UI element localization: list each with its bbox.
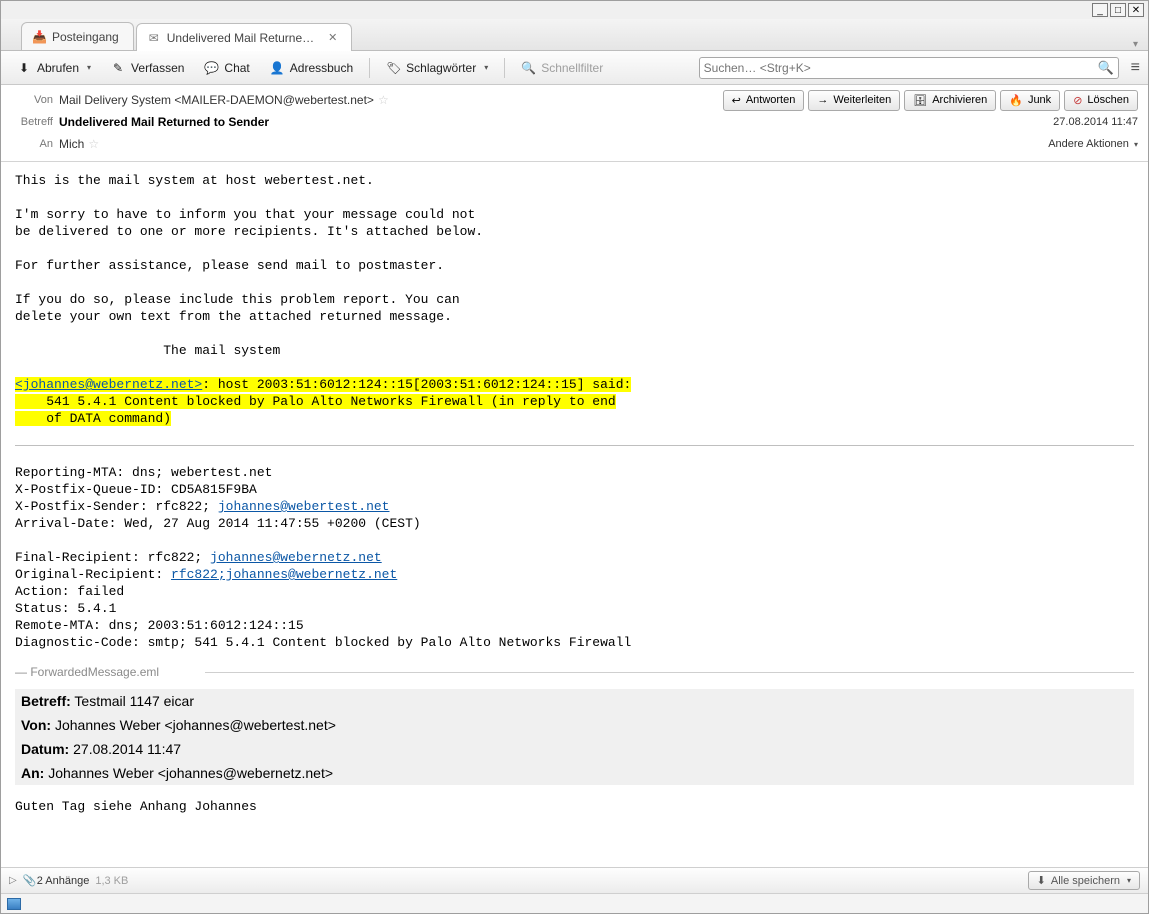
placeholder-text: Schnellfilter (541, 61, 603, 75)
quickfilter-input[interactable]: 🔍 Schnellfilter (513, 57, 611, 79)
button-label: Chat (224, 61, 249, 75)
toolbar-separator (369, 58, 370, 78)
person-icon: 👤 (270, 61, 284, 75)
from-value: Mail Delivery System <MAILER-DAEMON@webe… (59, 93, 374, 107)
hamburger-menu-icon[interactable]: ≡ (1131, 59, 1140, 77)
subject-label: Betreff (11, 116, 59, 128)
embedded-date: Datum: 27.08.2014 11:47 (15, 737, 1134, 761)
chat-button[interactable]: 💬 Chat (196, 57, 257, 79)
minimize-button[interactable]: _ (1092, 3, 1108, 17)
envelope-icon: ✉ (147, 31, 161, 45)
status-icon[interactable] (7, 898, 21, 910)
tab-inbox[interactable]: 📥 Posteingang (21, 22, 134, 50)
embedded-from: Von: Johannes Weber <johannes@webertest.… (15, 713, 1134, 737)
sender-link[interactable]: johannes@webertest.net (218, 499, 390, 514)
star-icon[interactable]: ☆ (88, 137, 99, 151)
message-body-scroll[interactable]: This is the mail system at host webertes… (1, 162, 1148, 867)
download-icon: ⬇ (17, 61, 31, 75)
tab-label: Undelivered Mail Returne… (167, 31, 314, 45)
close-button[interactable]: ✕ (1128, 3, 1144, 17)
maximize-button[interactable]: □ (1110, 3, 1126, 17)
chevron-down-icon: ▾ (1134, 140, 1138, 149)
tags-button[interactable]: 🏷 Schlagwörter ▾ (378, 57, 496, 79)
to-label: An (11, 138, 59, 150)
junk-button[interactable]: 🔥Junk (1000, 90, 1060, 111)
inbox-icon: 📥 (32, 30, 46, 44)
other-actions-menu[interactable]: Andere Aktionen ▾ (1048, 138, 1138, 150)
search-icon[interactable]: 🔍 (1097, 60, 1113, 76)
tab-bar: 📥 Posteingang ✉ Undelivered Mail Returne… (1, 19, 1148, 51)
body-separator (15, 445, 1134, 446)
search-input[interactable] (704, 61, 1098, 75)
reply-icon: ↩ (732, 94, 741, 107)
body-intro: This is the mail system at host webertes… (15, 172, 1134, 359)
save-all-button[interactable]: ⬇ Alle speichern ▾ (1028, 871, 1140, 890)
button-label: Abrufen (37, 61, 79, 75)
attachment-count: 2 Anhänge (37, 875, 90, 887)
chevron-down-icon: ▾ (87, 63, 91, 72)
star-icon[interactable]: ☆ (378, 93, 389, 107)
message-header: Von Mail Delivery System <MAILER-DAEMON@… (1, 85, 1148, 162)
attachment-size: 1,3 KB (95, 875, 128, 887)
block-icon: ⊘ (1073, 94, 1082, 107)
download-icon: ⬇ (1037, 874, 1046, 887)
toolbar-separator (504, 58, 505, 78)
status-bar (1, 893, 1148, 913)
to-value: Mich (59, 137, 84, 151)
chat-icon: 💬 (204, 61, 218, 75)
body-highlight: <johannes@webernetz.net>: host 2003:51:6… (15, 376, 1134, 427)
flame-icon: 🔥 (1009, 94, 1023, 107)
expand-icon[interactable]: ▷ (9, 875, 17, 886)
download-button[interactable]: ⬇ Abrufen ▾ (9, 57, 99, 79)
archive-icon: 🗄 (913, 94, 927, 107)
chevron-down-icon: ▾ (484, 63, 488, 72)
forward-icon: → (817, 94, 828, 106)
chevron-down-icon: ▾ (1127, 876, 1131, 885)
archive-button[interactable]: 🗄Archivieren (904, 90, 996, 111)
original-recipient-link[interactable]: rfc822;johannes@webernetz.net (171, 567, 397, 582)
forwarded-legend: — ForwardedMessage.eml (15, 665, 1134, 679)
global-search[interactable]: 🔍 (699, 57, 1119, 79)
tab-label: Posteingang (52, 30, 119, 44)
forward-button[interactable]: →Weiterleiten (808, 90, 900, 111)
final-recipient-link[interactable]: johannes@webernetz.net (210, 550, 382, 565)
recipient-link[interactable]: <johannes@webernetz.net> (15, 377, 202, 392)
tab-dropdown[interactable]: ▾ (1123, 39, 1148, 50)
embedded-subject: Betreff: Testmail 1147 eicar (15, 689, 1134, 713)
embedded-to: An: Johannes Weber <johannes@webernetz.n… (15, 761, 1134, 785)
tab-close-icon[interactable]: ✕ (328, 31, 337, 44)
compose-button[interactable]: ✎ Verfassen (103, 57, 192, 79)
embedded-body: Guten Tag siehe Anhang Johannes (15, 785, 1134, 834)
attachment-bar: ▷ 📎 2 Anhänge 1,3 KB ⬇ Alle speichern ▾ (1, 867, 1148, 893)
addressbook-button[interactable]: 👤 Adressbuch (262, 57, 361, 79)
paperclip-icon: 📎 (23, 874, 37, 887)
button-label: Schlagwörter (406, 61, 476, 75)
pencil-icon: ✎ (111, 61, 125, 75)
search-icon: 🔍 (521, 61, 535, 75)
window-controls: _ □ ✕ (1, 1, 1148, 19)
tab-message[interactable]: ✉ Undelivered Mail Returne… ✕ (136, 23, 353, 51)
message-datetime: 27.08.2014 11:47 (1053, 116, 1138, 128)
button-label: Adressbuch (290, 61, 353, 75)
tag-icon: 🏷 (386, 61, 400, 75)
reply-button[interactable]: ↩Antworten (723, 90, 805, 111)
from-label: Von (11, 94, 59, 106)
button-label: Verfassen (131, 61, 184, 75)
subject-value: Undelivered Mail Returned to Sender (59, 115, 269, 129)
delivery-report: Reporting-MTA: dns; webertest.net X-Post… (15, 464, 1134, 651)
delete-button[interactable]: ⊘Löschen (1064, 90, 1138, 111)
main-toolbar: ⬇ Abrufen ▾ ✎ Verfassen 💬 Chat 👤 Adressb… (1, 51, 1148, 85)
